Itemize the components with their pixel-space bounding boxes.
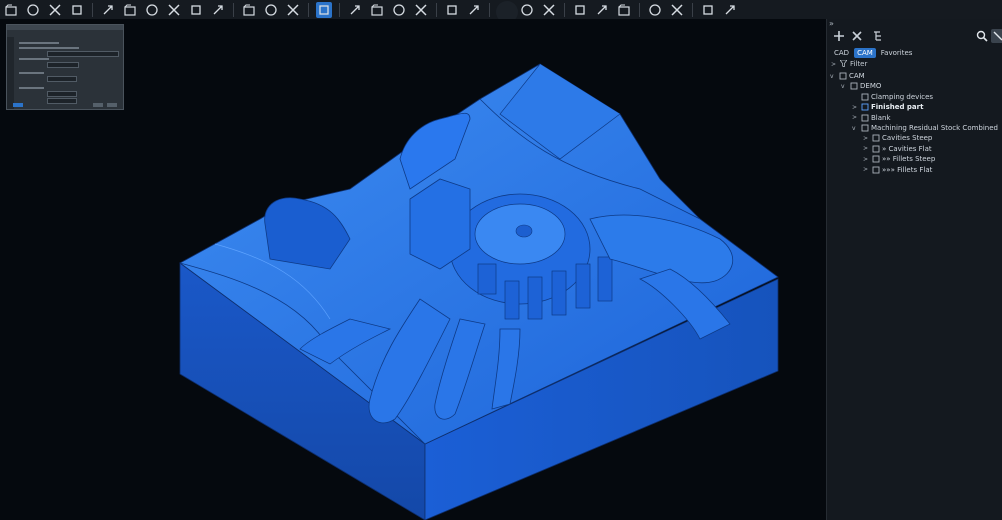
- axis-icon[interactable]: [444, 2, 460, 18]
- open-icon[interactable]: [3, 2, 19, 18]
- chevron-right-icon[interactable]: >: [863, 145, 871, 152]
- 3d-model[interactable]: [0, 19, 826, 520]
- refresh-icon[interactable]: [369, 2, 385, 18]
- tree-node-label: Blank: [871, 113, 891, 122]
- power-icon[interactable]: [188, 2, 204, 18]
- toolbar-separator: [92, 2, 93, 17]
- tree-node-icon: [860, 124, 869, 132]
- tree-node[interactable]: > Finished part: [852, 102, 923, 112]
- search-icon[interactable]: [975, 29, 989, 43]
- chevron-right-icon[interactable]: >: [852, 114, 860, 121]
- toolbar-separator: [308, 2, 309, 17]
- info-icon[interactable]: [700, 2, 716, 18]
- tree-node-icon: [860, 114, 869, 122]
- zoom-icon[interactable]: [391, 2, 407, 18]
- tree-node[interactable]: > » Cavities Flat: [863, 144, 932, 154]
- tree-node-label: CAM: [849, 72, 865, 80]
- tree-node-icon: [849, 82, 858, 90]
- tool-settings-icon[interactable]: [241, 2, 257, 18]
- simulate-alt-icon[interactable]: [285, 2, 301, 18]
- tab-cad[interactable]: CAD: [831, 48, 852, 58]
- chevron-down-icon[interactable]: v: [830, 73, 838, 80]
- tree-node-label: DEMO: [860, 82, 882, 91]
- tree-node-label: Machining Residual Stock Combined: [871, 124, 998, 132]
- grid-view-icon[interactable]: [519, 2, 535, 18]
- toolbar-separator: [233, 2, 234, 17]
- tree-node[interactable]: > Cavities Steep: [863, 133, 932, 143]
- chevron-right-icon[interactable]: >: [852, 104, 860, 111]
- filter-row[interactable]: > Filter: [827, 59, 1002, 69]
- tree-node-label: »»» Fillets Flat: [882, 165, 933, 174]
- side-panel: » CAD CAM Favorites > Filter v CAM v DEMO Clam…: [826, 19, 1002, 520]
- tree-node-label: Finished part: [871, 103, 924, 112]
- tree-node[interactable]: v DEMO: [841, 81, 881, 91]
- tree-node[interactable]: > »»» Fillets Flat: [863, 165, 932, 175]
- tree-node-icon: [871, 145, 880, 153]
- toolbar-separator: [692, 2, 693, 17]
- section-icon[interactable]: [572, 2, 588, 18]
- panel-expand-icon[interactable]: »: [829, 19, 834, 28]
- close-x-icon[interactable]: [100, 2, 116, 18]
- tab-favorites[interactable]: Favorites: [878, 48, 916, 58]
- tree-node[interactable]: v CAM: [830, 71, 865, 81]
- tree-node[interactable]: Clamping devices: [852, 92, 933, 102]
- hash-icon[interactable]: [541, 2, 557, 18]
- fit-icon[interactable]: [413, 2, 429, 18]
- wrench-icon[interactable]: [647, 2, 663, 18]
- filter-label: Filter: [850, 60, 868, 68]
- tree-node[interactable]: v Machining Residual Stock Combined: [852, 123, 998, 133]
- chevron-right-icon[interactable]: >: [863, 156, 871, 163]
- save-icon[interactable]: [47, 2, 63, 18]
- 3d-viewport[interactable]: [0, 19, 826, 520]
- tree-node-icon: [871, 166, 880, 174]
- tree-node-label: » Cavities Flat: [882, 144, 932, 153]
- filter-toggle-icon[interactable]: [991, 29, 1002, 43]
- copy-icon[interactable]: [347, 2, 363, 18]
- no-sim-icon[interactable]: [210, 2, 226, 18]
- chevron-right-icon[interactable]: >: [863, 135, 871, 142]
- print-icon[interactable]: [69, 2, 85, 18]
- funnel-icon: [839, 59, 848, 69]
- chevron-down-icon[interactable]: v: [841, 83, 849, 90]
- toolbar-separator: [436, 2, 437, 17]
- tree-node[interactable]: > Blank: [852, 113, 891, 123]
- tree-node-icon: [871, 155, 880, 163]
- eye-icon[interactable]: [594, 2, 610, 18]
- cursor-help-icon[interactable]: [722, 2, 738, 18]
- tree-node-icon: [838, 72, 847, 80]
- tree-node-label: Clamping devices: [871, 92, 934, 101]
- rotate-down-icon[interactable]: [144, 2, 160, 18]
- toolbar-separator: [564, 2, 565, 17]
- toolbar-separator: [639, 2, 640, 17]
- chevron-right-icon: >: [831, 60, 837, 68]
- new-folder-icon[interactable]: [25, 2, 41, 18]
- delete-icon[interactable]: [850, 29, 864, 43]
- layers-icon[interactable]: [166, 2, 182, 18]
- add-icon[interactable]: [832, 29, 846, 43]
- toolbar-separator: [339, 2, 340, 17]
- orient-icon[interactable]: [466, 2, 482, 18]
- probe-icon[interactable]: [669, 2, 685, 18]
- tab-cam[interactable]: CAM: [854, 48, 876, 58]
- rotate-left-icon[interactable]: [122, 2, 138, 18]
- tree-node-label: »» Fillets Steep: [882, 155, 936, 164]
- toolbar-separator: [489, 2, 490, 17]
- view-cube-icon[interactable]: [316, 1, 332, 18]
- tree-node-icon: [871, 134, 880, 142]
- tree-node[interactable]: > »» Fillets Steep: [863, 154, 935, 164]
- box-view-icon[interactable]: [616, 2, 632, 18]
- panel-toolbar: [827, 29, 1002, 47]
- tree-node-icon: [860, 93, 869, 101]
- simulate-icon[interactable]: [263, 2, 279, 18]
- chevron-right-icon[interactable]: >: [863, 166, 871, 173]
- tree-node-icon: [860, 103, 869, 111]
- tree-node-label: Cavities Steep: [882, 134, 933, 143]
- chevron-down-icon[interactable]: v: [852, 125, 860, 132]
- panel-tabs: CAD CAM Favorites: [831, 48, 915, 58]
- structure-icon[interactable]: [872, 29, 886, 43]
